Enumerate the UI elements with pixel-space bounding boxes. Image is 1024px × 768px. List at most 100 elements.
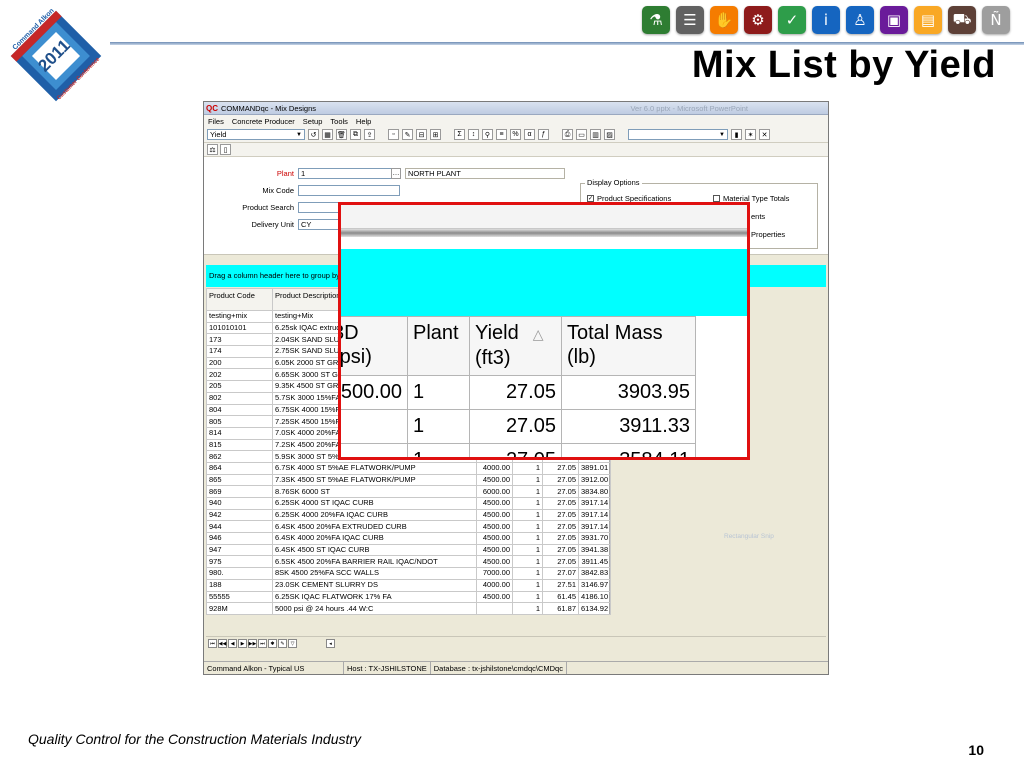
- menu-help[interactable]: Help: [356, 117, 371, 126]
- zoom-column-header[interactable]: 3D (psi): [341, 316, 408, 376]
- save-icon[interactable]: ▫: [388, 129, 399, 140]
- grid-column-header[interactable]: Product Code: [206, 288, 273, 311]
- table-row[interactable]: 942 6.25SK 4000 20%FA IQAC CURB 4500.00 1 27…: [206, 508, 611, 522]
- trash-icon[interactable]: ✕: [759, 129, 770, 140]
- menu-setup[interactable]: Setup: [303, 117, 323, 126]
- table-row[interactable]: 188 23.0SK CEMENT SLURRY DS 4000.00 1 27.51 3…: [206, 578, 611, 592]
- scale-icon[interactable]: ⚖: [207, 144, 218, 155]
- table-cell: 27.05: [542, 543, 579, 557]
- mix-code-input[interactable]: [298, 185, 400, 196]
- components-checkbox-partial[interactable]: ents: [751, 212, 765, 221]
- table-cell: 3917.14: [578, 497, 611, 510]
- plant-lookup-button[interactable]: …: [391, 168, 401, 179]
- grid-icon[interactable]: ▦: [322, 129, 333, 140]
- display-options-legend: Display Options: [585, 178, 642, 187]
- table-row[interactable]: 928M 5000 psi @ 24 hours .44 W:C 1 61.87 613…: [206, 602, 611, 615]
- table-row[interactable]: 975 6.5SK 4500 20%FA BARRIER RAIL IQAC/ND…: [206, 555, 611, 569]
- window-title: COMMANDqc - Mix Designs: [221, 103, 317, 113]
- table-row[interactable]: 55555 6.25SK IQAC FLATWORK 17% FA 4500.00 1…: [206, 590, 611, 604]
- table-row[interactable]: 869 8.76SK 6000 ST 6000.00 1 27.05 3834.80: [206, 485, 611, 498]
- preview-icon[interactable]: ⎙: [562, 129, 573, 140]
- last-record-icon[interactable]: ⏭: [258, 639, 267, 648]
- table-row[interactable]: 864 6.7SK 4000 ST 5%AE FLATWORK/PUMP 4000.…: [206, 461, 611, 475]
- user-desk-icon[interactable]: ♙: [846, 6, 874, 34]
- prev-record-icon[interactable]: ◀: [228, 639, 237, 648]
- table-cell: 4500.00: [476, 532, 513, 545]
- copy-icon[interactable]: ⧉: [350, 129, 361, 140]
- wand-icon[interactable]: ✶: [745, 129, 756, 140]
- zoom-column-header[interactable]: Total Mass (lb): [561, 316, 696, 376]
- edit-icon[interactable]: ✎: [402, 129, 413, 140]
- next-page-icon[interactable]: ▶▶: [248, 639, 257, 648]
- first-record-icon[interactable]: ⏮: [208, 639, 217, 648]
- chart-icon[interactable]: ▥: [590, 129, 601, 140]
- record-navigator: ⏮ ◀◀ ◀ ▶ ▶▶ ⏭ ✱ ✎ ▽ ◂: [206, 636, 826, 650]
- table-cell: 1: [512, 485, 543, 498]
- table-cell: 4500.00: [476, 508, 513, 522]
- menu-tools[interactable]: Tools: [330, 117, 348, 126]
- table-cell: 944: [206, 520, 273, 534]
- secondary-selector[interactable]: ▼: [628, 129, 728, 140]
- scroll-left-icon[interactable]: ◂: [326, 639, 335, 648]
- calc-icon[interactable]: α: [524, 129, 535, 140]
- export-icon[interactable]: ⇪: [364, 129, 375, 140]
- table-row[interactable]: 946 6.4SK 4000 20%FA IQAC CURB 4500.00 1 27.…: [206, 532, 611, 545]
- table-row[interactable]: 980. 8SK 4500 25%FA SCC WALLS 7000.00 1 27.0…: [206, 567, 611, 580]
- menu-concrete-producer[interactable]: Concrete Producer: [232, 117, 295, 126]
- image-icon[interactable]: ▨: [604, 129, 615, 140]
- layers-icon[interactable]: ☰: [676, 6, 704, 34]
- main-toolbar: Yield ▼ ↺ ▦ 🗑 ⧉ ⇪ ▫ ✎ ⊟ ⊞ Σ ↕ ⚲ ≡ % α ƒ …: [204, 127, 828, 143]
- table-cell: 7000.00: [476, 567, 513, 580]
- window-icon[interactable]: ▭: [576, 129, 587, 140]
- hand-icon[interactable]: ✋: [710, 6, 738, 34]
- view-selector[interactable]: Yield ▼: [207, 129, 305, 140]
- table-row[interactable]: 944 6.4SK 4500 20%FA EXTRUDED CURB 4500.00…: [206, 520, 611, 534]
- plant-input[interactable]: 1: [298, 168, 400, 179]
- table-cell: 27.05: [542, 485, 579, 498]
- table-cell: 6.7SK 4000 ST 5%AE FLATWORK/PUMP: [272, 461, 477, 475]
- flask-icon[interactable]: ⚗: [642, 6, 670, 34]
- app-badge: QC: [206, 103, 218, 113]
- sort-icon[interactable]: ↕: [468, 129, 479, 140]
- sum-icon[interactable]: Σ: [454, 129, 465, 140]
- n-badge-icon[interactable]: Ñ: [982, 6, 1010, 34]
- function-icon[interactable]: ƒ: [538, 129, 549, 140]
- info-icon[interactable]: i: [812, 6, 840, 34]
- table-cell: [476, 602, 513, 615]
- edit-record-icon[interactable]: ✎: [278, 639, 287, 648]
- table-cell: 4500.00: [476, 473, 513, 487]
- zoom-table-cell: 27.05: [469, 443, 562, 457]
- checkmark-icon[interactable]: ✓: [778, 6, 806, 34]
- properties-checkbox-partial[interactable]: Properties: [751, 230, 785, 239]
- gears-icon[interactable]: ⚙: [744, 6, 772, 34]
- refresh-icon[interactable]: ↺: [308, 129, 319, 140]
- document-icon[interactable]: ▯: [220, 144, 231, 155]
- table-cell: 205: [206, 380, 273, 393]
- delivery-unit-select[interactable]: CY: [298, 219, 340, 230]
- report-icon[interactable]: ⊞: [430, 129, 441, 140]
- add-record-icon[interactable]: ✱: [268, 639, 277, 648]
- list-icon[interactable]: ≡: [496, 129, 507, 140]
- delete-icon[interactable]: 🗑: [336, 129, 347, 140]
- zoom-header-text: Total Mass (lb): [567, 322, 663, 368]
- zoom-column-header[interactable]: Plant: [407, 316, 470, 376]
- filter-icon[interactable]: ⚲: [482, 129, 493, 140]
- window-icon[interactable]: ▣: [880, 6, 908, 34]
- table-row[interactable]: 865 7.3SK 4500 ST 5%AE FLATWORK/PUMP 4500.…: [206, 473, 611, 487]
- next-record-icon[interactable]: ▶: [238, 639, 247, 648]
- table-cell: 928M: [206, 602, 273, 615]
- plant-label: Plant: [276, 169, 294, 178]
- table-row[interactable]: 947 6.4SK 4500 ST IQAC CURB 4500.00 1 27.05 3…: [206, 543, 611, 557]
- table-cell: 61.45: [542, 590, 579, 604]
- table-cell: 869: [206, 485, 273, 498]
- zoom-column-header[interactable]: Yield △ (ft3): [469, 316, 562, 376]
- bar-chart-icon[interactable]: ▮: [731, 129, 742, 140]
- folder-icon[interactable]: ▤: [914, 6, 942, 34]
- truck-icon[interactable]: ⛟: [948, 6, 976, 34]
- form-icon[interactable]: ⊟: [416, 129, 427, 140]
- percent-icon[interactable]: %: [510, 129, 521, 140]
- table-row[interactable]: 940 6.25SK 4000 ST IQAC CURB 4500.00 1 27.05…: [206, 497, 611, 510]
- menu-files[interactable]: Files: [208, 117, 224, 126]
- filter-record-icon[interactable]: ▽: [288, 639, 297, 648]
- prev-page-icon[interactable]: ◀◀: [218, 639, 227, 648]
